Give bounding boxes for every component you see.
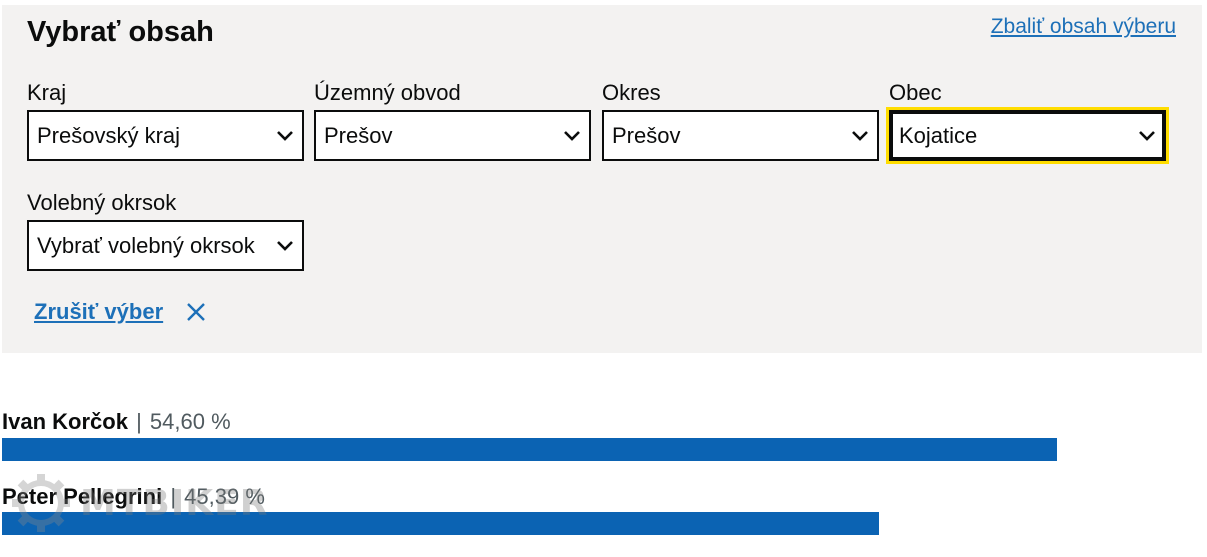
result-separator: | [136,409,142,434]
select-volebny-okrsok[interactable]: Vybrať volebný okrsok [27,220,304,271]
select-uzemny-obvod-value: Prešov [324,122,393,148]
candidate-percent: 45,39 % [184,484,265,509]
select-uzemny-obvod[interactable]: Prešov [314,110,591,161]
chevron-down-icon [852,130,868,141]
result-separator: | [170,484,177,509]
chevron-down-icon [564,130,580,141]
field-volebny-okrsok: Volebný okrsok Vybrať volebný okrsok [27,190,304,271]
result-bar-track [2,512,1202,535]
candidate-name: Peter Pellegrini [2,484,163,509]
candidate-percent: 54,60 % [149,409,231,434]
select-okres[interactable]: Prešov [602,110,879,161]
close-icon[interactable] [185,301,207,323]
chevron-down-icon [1139,130,1155,141]
field-obec: Obec Kojatice [889,80,1166,161]
field-label-kraj: Kraj [27,80,67,105]
select-obec-value: Kojatice [899,122,978,148]
chevron-down-icon [277,130,293,141]
clear-selection-link[interactable]: Zrušiť výber [34,299,163,325]
collapse-selection-link[interactable]: Zbaliť obsah výberu [991,15,1176,39]
field-label-uzemny-obvod: Územný obvod [314,80,461,105]
field-label-volebny-okrsok: Volebný okrsok [27,190,177,215]
field-okres: Okres Prešov [602,80,879,161]
result-label: Ivan Korčok | 54,60 % [2,409,231,435]
result-label: Peter Pellegrini | 45,39 % [2,484,265,510]
result-bar [2,512,879,535]
clear-selection-row: Zrušiť výber [34,299,207,325]
candidate-name: Ivan Korčok [2,409,128,434]
result-row: Ivan Korčok | 54,60 % [2,409,231,435]
chevron-down-icon [277,240,293,251]
panel-title: Vybrať obsah [27,16,214,48]
select-okres-value: Prešov [612,122,681,148]
select-kraj-value: Prešovský kraj [37,122,181,148]
field-uzemny-obvod: Územný obvod Prešov [314,80,591,161]
select-volebny-okrsok-value: Vybrať volebný okrsok [37,232,255,258]
content-selector-panel: Vybrať obsah Zbaliť obsah výberu Kraj Pr… [2,5,1202,353]
field-kraj: Kraj Prešovský kraj [27,80,304,161]
result-row: Peter Pellegrini | 45,39 % [2,484,265,510]
select-obec[interactable]: Kojatice [889,110,1166,161]
result-bar [2,438,1057,461]
select-kraj[interactable]: Prešovský kraj [27,110,304,161]
field-label-okres: Okres [602,80,661,105]
result-bar-track [2,438,1202,461]
field-label-obec: Obec [889,80,942,105]
